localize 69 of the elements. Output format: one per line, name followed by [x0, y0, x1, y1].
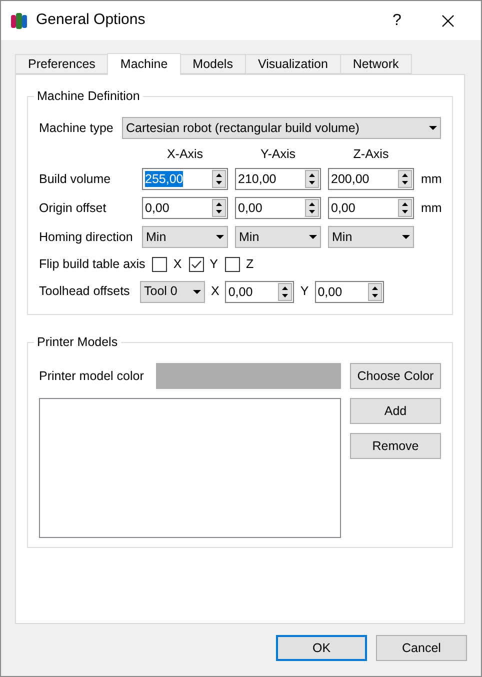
checkbox-label: Y — [210, 256, 218, 273]
row-label: Origin offset — [39, 200, 108, 217]
checkbox[interactable] — [152, 256, 168, 272]
row-label: Flip build table axis — [39, 256, 146, 273]
window-title: General Options — [36, 10, 146, 30]
spin-arrows-icon[interactable] — [212, 199, 226, 217]
tab[interactable]: Models — [180, 54, 246, 74]
caret-icon — [216, 235, 224, 239]
number-field[interactable]: 0,00 — [328, 197, 414, 219]
field-value: 210,00 — [238, 171, 276, 187]
axis-label: X — [211, 283, 220, 300]
spin-arrows-icon[interactable] — [398, 199, 412, 217]
spin-arrows-icon[interactable] — [398, 170, 412, 188]
app-logo-icon — [11, 12, 27, 30]
row-label: Toolhead offsets — [39, 283, 131, 300]
number-field[interactable]: 200,00 — [328, 168, 414, 190]
action-button[interactable]: Remove — [350, 433, 441, 459]
field-value: 0,00 — [238, 200, 262, 216]
field-value: 0,00 — [145, 200, 170, 216]
spin-arrows-icon[interactable] — [305, 199, 319, 217]
axis-label: Y — [300, 283, 309, 300]
row-label: Machine type — [39, 120, 114, 137]
axis-header: X-Axis — [166, 146, 204, 161]
action-button[interactable]: Choose Color — [350, 363, 441, 389]
tab[interactable]: Machine — [107, 53, 181, 75]
dialog-button[interactable]: OK — [276, 635, 367, 661]
row-label: Build volume — [39, 170, 112, 188]
row-label: Homing direction — [39, 228, 134, 246]
number-field[interactable]: 0,00 — [142, 197, 228, 219]
number-field[interactable]: 0,00 — [235, 197, 321, 219]
spin-arrows-icon[interactable] — [278, 282, 292, 301]
caret-icon — [429, 126, 437, 130]
tab[interactable]: Preferences — [15, 54, 108, 74]
checkbox[interactable] — [188, 256, 204, 272]
help-button[interactable]: ? — [374, 8, 420, 32]
caret-icon — [309, 235, 317, 239]
dropdown[interactable]: Min — [142, 226, 228, 248]
field-value: 255,00 — [145, 171, 184, 187]
number-field[interactable]: 210,00 — [235, 168, 321, 190]
close-icon — [442, 14, 454, 26]
checkbox-label: X — [173, 256, 182, 273]
dialog-button[interactable]: Cancel — [376, 635, 467, 661]
number-field[interactable]: 0,00 — [314, 280, 384, 303]
caret-icon — [402, 235, 410, 239]
field-value: 0,00 — [228, 284, 253, 300]
dropdown[interactable]: Cartesian robot (rectangular build volume) — [122, 117, 441, 139]
checkbox-label: Z — [246, 256, 254, 273]
field-value: 0,00 — [331, 200, 356, 216]
spin-arrows-icon[interactable] — [305, 170, 319, 188]
dropdown[interactable]: Min — [328, 226, 414, 248]
dropdown[interactable]: Min — [235, 226, 321, 248]
dropdown[interactable]: Tool 0 — [140, 280, 205, 303]
number-field[interactable]: 255,00 — [142, 168, 228, 190]
unit-label: mm — [421, 170, 442, 188]
color-label: Printer model color — [39, 368, 145, 385]
axis-header: Y-Axis — [260, 146, 296, 161]
caret-icon — [193, 290, 201, 294]
model-list[interactable] — [39, 398, 341, 538]
unit-label: mm — [421, 200, 442, 217]
field-value: 200,00 — [331, 171, 370, 187]
number-field[interactable]: 0,00 — [225, 280, 294, 303]
axis-header: Z-Axis — [352, 146, 390, 161]
action-button[interactable]: Add — [350, 398, 441, 424]
spin-arrows-icon[interactable] — [368, 282, 382, 301]
field-value: 0,00 — [318, 284, 342, 300]
spin-arrows-icon[interactable] — [212, 170, 226, 188]
tab[interactable]: Visualization — [244, 54, 341, 74]
tab[interactable]: Network — [340, 54, 412, 74]
checkbox[interactable] — [225, 256, 240, 272]
